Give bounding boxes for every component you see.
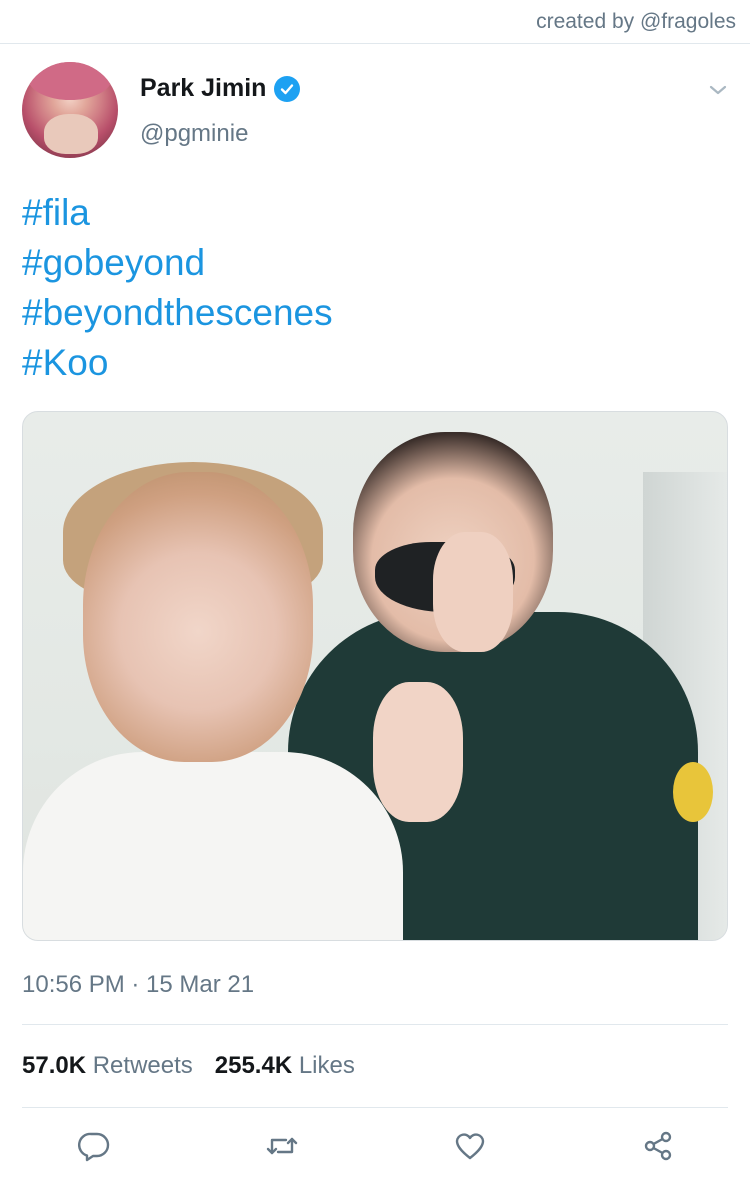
tweet-text: #fila #gobeyond #beyondthescenes #Koo [22,188,333,388]
hashtag-link[interactable]: #fila [22,188,333,238]
chevron-down-icon[interactable] [704,76,732,104]
tweet-stats: 57.0K Retweets 255.4K Likes [22,1052,355,1080]
author-name-row: Park Jimin [140,74,301,103]
avatar[interactable] [22,62,118,158]
reply-button[interactable] [72,1124,116,1168]
divider [22,1107,728,1108]
credit-text: created by @fragoles [536,10,736,33]
author-handle[interactable]: @pgminie [140,120,248,148]
share-button[interactable] [636,1124,680,1168]
retweets-stat[interactable]: 57.0K Retweets [22,1052,193,1080]
hashtag-link[interactable]: #beyondthescenes [22,288,333,338]
retweets-label: Retweets [92,1052,193,1079]
share-icon [644,1131,672,1161]
divider [22,1024,728,1025]
hashtag-link[interactable]: #Koo [22,338,333,388]
verified-badge-icon [274,75,301,102]
reply-icon [78,1132,110,1162]
tweet-timestamp[interactable]: 10:56 PM · 15 Mar 21 [22,971,254,999]
retweet-button[interactable] [260,1124,304,1168]
likes-count: 255.4K [214,1052,293,1079]
tweet-actions [62,1124,702,1168]
like-button[interactable] [448,1124,492,1168]
hashtag-link[interactable]: #gobeyond [22,238,333,288]
retweet-icon [266,1137,298,1155]
heart-icon [455,1133,485,1160]
author-name[interactable]: Park Jimin [140,74,266,103]
tweet-photo[interactable] [22,411,728,941]
retweets-count: 57.0K [22,1052,87,1079]
top-divider [0,43,750,44]
tweet-header: Park Jimin @pgminie [22,62,732,162]
likes-label: Likes [298,1052,355,1079]
likes-stat[interactable]: 255.4K Likes [215,1052,355,1080]
